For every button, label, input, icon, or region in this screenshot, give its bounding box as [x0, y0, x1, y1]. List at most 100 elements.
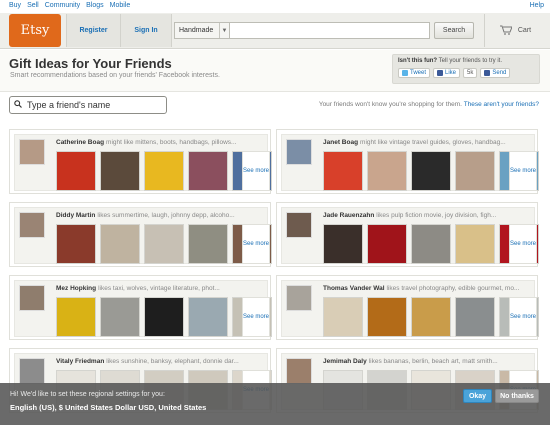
blogs-link[interactable]: Blogs [86, 2, 104, 9]
product-thumbnail[interactable] [323, 297, 363, 337]
product-thumbnails [323, 224, 539, 264]
see-more-link[interactable]: See more [242, 297, 270, 337]
friend-likes: likes summertime, laugh, johnny depp, al… [97, 212, 235, 219]
like-count: 5k [463, 68, 478, 78]
share-box: Isn't this fun? Tell your friends to try… [392, 54, 540, 84]
friend-name[interactable]: Vitaly Friedman [56, 358, 104, 365]
friend-interests: Catherine Boag might like mittens, boots,… [56, 139, 266, 146]
friend-card: Catherine Boag might like mittens, boots,… [9, 129, 272, 194]
friend-name[interactable]: Diddy Martin [56, 212, 95, 219]
page-subtitle: Smart recommendations based on your frie… [10, 72, 220, 79]
product-thumbnail[interactable] [411, 151, 451, 191]
chevron-down-icon: ▼ [219, 23, 229, 38]
product-thumbnail[interactable] [56, 224, 96, 264]
friend-likes: likes sunshine, banksy, elephant, donnie… [106, 358, 239, 365]
avatar[interactable] [286, 358, 312, 384]
see-more-link[interactable]: See more [509, 151, 537, 191]
friend-search-input[interactable] [27, 100, 157, 110]
product-thumbnail[interactable] [411, 297, 451, 337]
friend-card: Thomas Vander Wal likes travel photograph… [276, 275, 539, 340]
see-more-link[interactable]: See more [242, 151, 270, 191]
register-button[interactable]: Register [66, 14, 120, 47]
friend-interests: Thomas Vander Wal likes travel photograph… [323, 285, 533, 292]
product-thumbnail[interactable] [323, 224, 363, 264]
product-thumbnail[interactable] [367, 297, 407, 337]
product-thumbnail[interactable] [100, 297, 140, 337]
send-button[interactable]: Send [480, 68, 511, 78]
not-your-friends-link[interactable]: These aren't your friends? [464, 101, 539, 108]
search-bar: Handmade ▼ Search [174, 22, 478, 39]
send-label: Send [492, 70, 507, 76]
community-link[interactable]: Community [45, 2, 80, 9]
product-thumbnail[interactable] [367, 224, 407, 264]
product-thumbnail[interactable] [100, 224, 140, 264]
product-thumbnail[interactable] [188, 297, 228, 337]
like-button[interactable]: Like [433, 68, 461, 78]
product-thumbnail[interactable] [367, 151, 407, 191]
product-thumbnails [56, 151, 272, 191]
product-thumbnail[interactable] [455, 151, 495, 191]
privacy-note: Your friends won't know you're shopping … [319, 101, 539, 108]
avatar[interactable] [19, 358, 45, 384]
friend-search-field[interactable] [9, 96, 167, 114]
friend-card: Mez Hopking likes taxi, wolves, vintage l… [9, 275, 272, 340]
product-thumbnail[interactable] [411, 224, 451, 264]
avatar[interactable] [286, 212, 312, 238]
share-text: Tell your friends to try it. [437, 58, 503, 64]
see-more-link[interactable]: See more [509, 297, 537, 337]
avatar[interactable] [19, 139, 45, 165]
see-more-link[interactable]: See more [242, 224, 270, 264]
friend-card: Diddy Martin likes summertime, laugh, joh… [9, 202, 272, 267]
search-button[interactable]: Search [434, 22, 474, 39]
friend-card: Jade Rauenzahn likes pulp fiction movie, … [276, 202, 539, 267]
product-thumbnails [323, 151, 539, 191]
sell-link[interactable]: Sell [27, 2, 39, 9]
avatar[interactable] [286, 139, 312, 165]
regional-settings-banner: Hi! We'd like to set these regional sett… [0, 383, 550, 425]
search-input[interactable] [230, 22, 430, 39]
friend-interests: Diddy Martin likes summertime, laugh, joh… [56, 212, 266, 219]
friend-likes: might like vintage travel guides, gloves… [360, 139, 506, 146]
etsy-logo[interactable]: Etsy [9, 14, 61, 47]
product-thumbnail[interactable] [144, 224, 184, 264]
okay-button[interactable]: Okay [463, 389, 492, 403]
twitter-icon [402, 70, 408, 76]
friend-card-body: Jade Rauenzahn likes pulp fiction movie, … [281, 207, 539, 264]
search-category-select[interactable]: Handmade ▼ [174, 22, 230, 39]
product-thumbnails [56, 224, 272, 264]
friend-card-body: Janet Boag might like vintage travel guid… [281, 134, 539, 191]
buy-link[interactable]: Buy [9, 2, 21, 9]
friend-interests: Mez Hopking likes taxi, wolves, vintage l… [56, 285, 266, 292]
no-thanks-button[interactable]: No thanks [495, 389, 539, 403]
product-thumbnail[interactable] [56, 297, 96, 337]
friend-name[interactable]: Catherine Boag [56, 139, 104, 146]
product-thumbnail[interactable] [455, 297, 495, 337]
friend-name[interactable]: Jade Rauenzahn [323, 212, 374, 219]
product-thumbnail[interactable] [56, 151, 96, 191]
cart-button[interactable]: Cart [484, 14, 546, 47]
mobile-link[interactable]: Mobile [110, 2, 131, 9]
sign-in-button[interactable]: Sign In [120, 14, 172, 47]
product-thumbnail[interactable] [100, 151, 140, 191]
friend-likes: might like mittens, boots, handbags, pil… [106, 139, 237, 146]
tweet-button[interactable]: Tweet [398, 68, 431, 78]
product-thumbnail[interactable] [144, 151, 184, 191]
friend-name[interactable]: Thomas Vander Wal [323, 285, 385, 292]
friend-name[interactable]: Jemimah Daly [323, 358, 367, 365]
help-link[interactable]: Help [530, 2, 544, 9]
product-thumbnail[interactable] [323, 151, 363, 191]
friend-name[interactable]: Janet Boag [323, 139, 358, 146]
product-thumbnail[interactable] [144, 297, 184, 337]
cart-label: Cart [517, 27, 532, 34]
facebook-icon [484, 70, 491, 76]
product-thumbnail[interactable] [188, 151, 228, 191]
product-thumbnail[interactable] [455, 224, 495, 264]
friend-name[interactable]: Mez Hopking [56, 285, 96, 292]
friend-likes: likes travel photography, edible gourmet… [386, 285, 520, 292]
like-label: Like [445, 70, 457, 76]
avatar[interactable] [19, 212, 45, 238]
product-thumbnail[interactable] [188, 224, 228, 264]
avatar[interactable] [19, 285, 45, 311]
see-more-link[interactable]: See more [509, 224, 537, 264]
avatar[interactable] [286, 285, 312, 311]
